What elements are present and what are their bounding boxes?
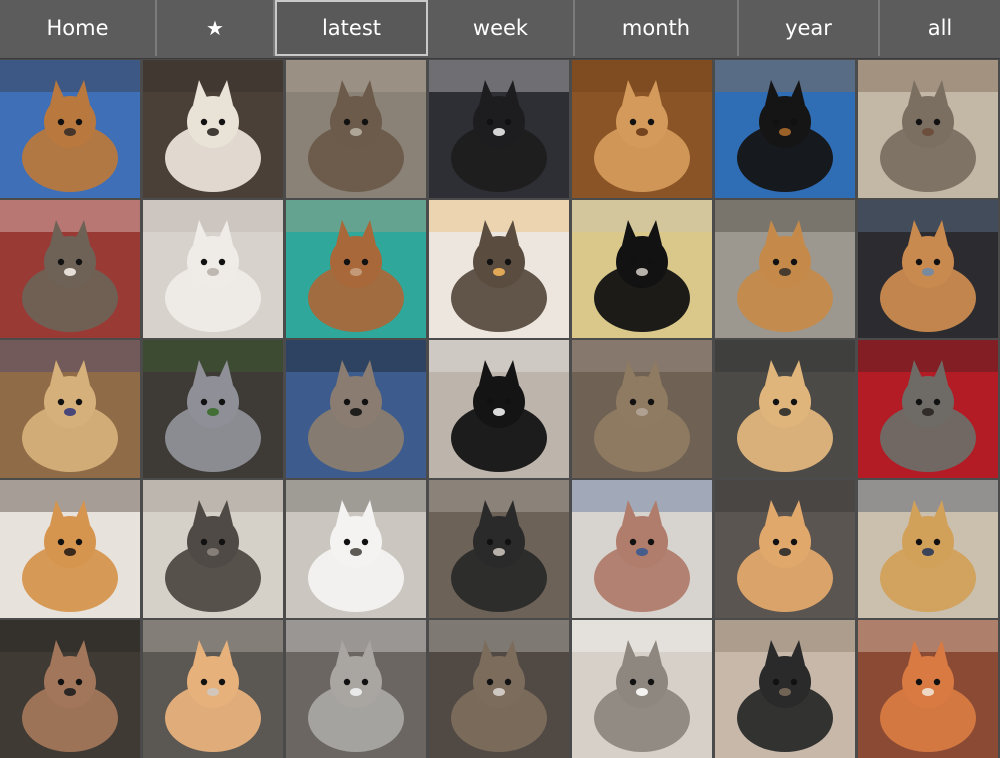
cat-photo xyxy=(858,340,998,478)
cat-photo xyxy=(0,60,140,198)
photo-tile[interactable] xyxy=(286,480,426,618)
cat-photo xyxy=(858,200,998,338)
photo-tile[interactable] xyxy=(286,340,426,478)
photo-grid xyxy=(0,60,1000,758)
photo-tile[interactable] xyxy=(429,340,569,478)
cat-photo xyxy=(0,480,140,618)
tab-home-label: Home xyxy=(46,16,109,40)
photo-tile[interactable] xyxy=(0,340,140,478)
cat-photo xyxy=(143,620,283,758)
photo-tile[interactable] xyxy=(715,620,855,758)
top-nav: Home ★ latest week month year all xyxy=(0,0,1000,59)
cat-photo xyxy=(429,340,569,478)
cat-photo xyxy=(572,60,712,198)
photo-tile[interactable] xyxy=(858,200,998,338)
cat-photo xyxy=(572,340,712,478)
tab-month[interactable]: month xyxy=(575,0,739,56)
cat-photo xyxy=(286,340,426,478)
cat-photo xyxy=(858,60,998,198)
cat-photo xyxy=(0,200,140,338)
star-icon: ★ xyxy=(206,16,224,40)
photo-tile[interactable] xyxy=(572,60,712,198)
photo-tile[interactable] xyxy=(286,60,426,198)
tab-home[interactable]: Home xyxy=(0,0,157,56)
photo-tile[interactable] xyxy=(0,620,140,758)
cat-photo xyxy=(143,60,283,198)
cat-photo xyxy=(286,60,426,198)
photo-tile[interactable] xyxy=(143,200,283,338)
cat-photo xyxy=(572,200,712,338)
cat-photo xyxy=(143,340,283,478)
photo-tile[interactable] xyxy=(0,200,140,338)
cat-photo xyxy=(143,200,283,338)
cat-photo xyxy=(429,200,569,338)
photo-tile[interactable] xyxy=(715,340,855,478)
tab-year[interactable]: year xyxy=(739,0,880,56)
photo-tile[interactable] xyxy=(572,340,712,478)
photo-tile[interactable] xyxy=(143,60,283,198)
cat-photo xyxy=(858,480,998,618)
cat-photo xyxy=(143,480,283,618)
cat-photo xyxy=(572,480,712,618)
cat-photo xyxy=(286,480,426,618)
tab-latest[interactable]: latest xyxy=(275,0,428,56)
tab-all-label: all xyxy=(927,16,953,40)
photo-tile[interactable] xyxy=(572,480,712,618)
tab-favorites[interactable]: ★ xyxy=(157,0,275,56)
photo-tile[interactable] xyxy=(715,200,855,338)
photo-tile[interactable] xyxy=(143,620,283,758)
cat-photo xyxy=(429,620,569,758)
tab-year-label: year xyxy=(785,16,832,40)
cat-photo xyxy=(715,340,855,478)
cat-photo xyxy=(715,200,855,338)
photo-tile[interactable] xyxy=(0,60,140,198)
cat-photo xyxy=(715,60,855,198)
photo-tile[interactable] xyxy=(858,480,998,618)
cat-photo xyxy=(0,620,140,758)
tab-all[interactable]: all xyxy=(880,0,1000,56)
cat-photo xyxy=(715,480,855,618)
photo-tile[interactable] xyxy=(572,620,712,758)
cat-photo xyxy=(286,620,426,758)
photo-tile[interactable] xyxy=(858,60,998,198)
photo-tile[interactable] xyxy=(429,60,569,198)
cat-photo xyxy=(429,480,569,618)
photo-tile[interactable] xyxy=(858,340,998,478)
photo-tile[interactable] xyxy=(715,60,855,198)
photo-tile[interactable] xyxy=(143,340,283,478)
cat-photo xyxy=(0,340,140,478)
photo-tile[interactable] xyxy=(715,480,855,618)
tab-month-label: month xyxy=(621,16,691,40)
photo-tile[interactable] xyxy=(429,620,569,758)
tab-latest-label: latest xyxy=(321,16,382,40)
cat-photo xyxy=(429,60,569,198)
cat-photo xyxy=(858,620,998,758)
cat-photo xyxy=(286,200,426,338)
photo-tile[interactable] xyxy=(429,480,569,618)
photo-tile[interactable] xyxy=(143,480,283,618)
photo-tile[interactable] xyxy=(0,480,140,618)
tab-week-label: week xyxy=(472,16,529,40)
photo-tile[interactable] xyxy=(286,620,426,758)
cat-photo xyxy=(715,620,855,758)
photo-tile[interactable] xyxy=(572,200,712,338)
tab-week[interactable]: week xyxy=(428,0,575,56)
photo-tile[interactable] xyxy=(286,200,426,338)
cat-photo xyxy=(572,620,712,758)
photo-tile[interactable] xyxy=(429,200,569,338)
photo-tile[interactable] xyxy=(858,620,998,758)
